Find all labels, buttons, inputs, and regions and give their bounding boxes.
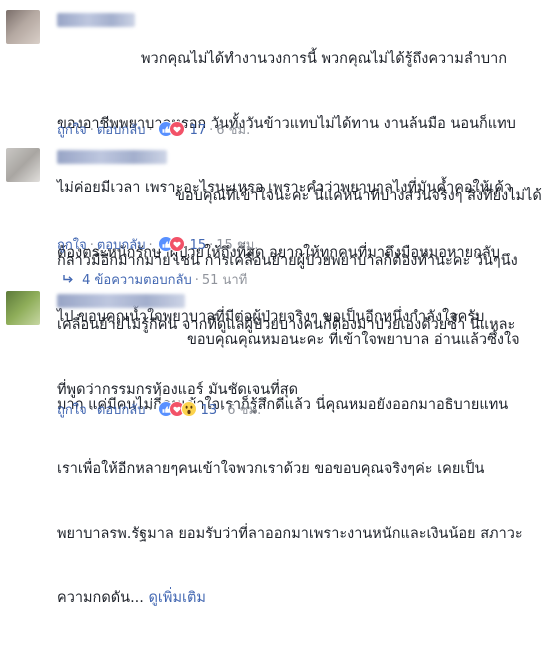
avatar[interactable] (6, 10, 40, 44)
avatar[interactable] (6, 148, 40, 182)
comment-actions: ถูกใจ · ตอบกลับ · 17 · 6 ชม. (57, 119, 250, 141)
like-love-reaction-icon (157, 121, 185, 137)
reaction-count[interactable]: 13 (201, 403, 218, 418)
comment-text: ขอบคุณคุณหมอนะคะ ที่เข้าใจพยาบาล อ่านแล้… (57, 287, 523, 653)
avatar[interactable] (6, 291, 40, 325)
comment-line: ขอบคุณที่เข้าใจนะคะ นี่แค่หน้าที่บางส่วน… (175, 188, 542, 204)
like-love-reaction-icon (157, 236, 185, 252)
timestamp[interactable]: 6 ชม. (227, 403, 261, 418)
comment-line: ขอบคุณคุณหมอนะคะ ที่เข้าใจพยาบาล อ่านแล้… (187, 332, 520, 348)
timestamp[interactable]: 6 ชม. (216, 123, 250, 138)
reply-link[interactable]: ตอบกลับ (97, 238, 146, 253)
comment-actions: ถูกใจ · ตอบกลับ · 15 · 15 ชม. (57, 234, 258, 256)
like-link[interactable]: ถูกใจ (57, 238, 87, 253)
like-link[interactable]: ถูกใจ (57, 123, 87, 138)
reply-arrow-icon (63, 275, 73, 283)
reaction-count[interactable]: 15 (190, 238, 207, 253)
comment-actions: ถูกใจ · ตอบกลับ · 13 · 6 ชม. (57, 399, 261, 421)
reply-link[interactable]: ตอบกลับ (97, 123, 146, 138)
comment-line: พวกคุณไม่ได้ทำงานวงการนี้ พวกคุณไม่ได้รู… (141, 51, 508, 67)
comment-line: เราเพื่อให้อีกหลายๆคนเข้าใจพวกเราด้วย ขอ… (57, 461, 485, 477)
comment-truncated-text: ความกดดัน... (57, 590, 144, 606)
reaction-count[interactable]: 17 (190, 123, 207, 138)
comment-line: พยาบาลรพ.รัฐมาล ยอมรับว่าที่ลาออกมาเพราะ… (57, 525, 523, 542)
comment-line: ความกดดัน... ดูเพิ่มเติม (57, 588, 523, 610)
reactions[interactable] (157, 121, 188, 141)
reactions[interactable] (157, 401, 199, 421)
see-more-link[interactable]: ดูเพิ่มเติม (149, 590, 206, 606)
timestamp[interactable]: 51 นาที (202, 273, 247, 288)
like-link[interactable]: ถูกใจ (57, 403, 87, 418)
reactions[interactable] (157, 236, 188, 256)
timestamp[interactable]: 15 ชม. (216, 238, 258, 253)
reply-link[interactable]: ตอบกลับ (97, 403, 146, 418)
view-replies-link[interactable]: 4 ข้อความตอบกลับ (82, 273, 192, 288)
like-love-wow-reaction-icon (157, 401, 197, 417)
